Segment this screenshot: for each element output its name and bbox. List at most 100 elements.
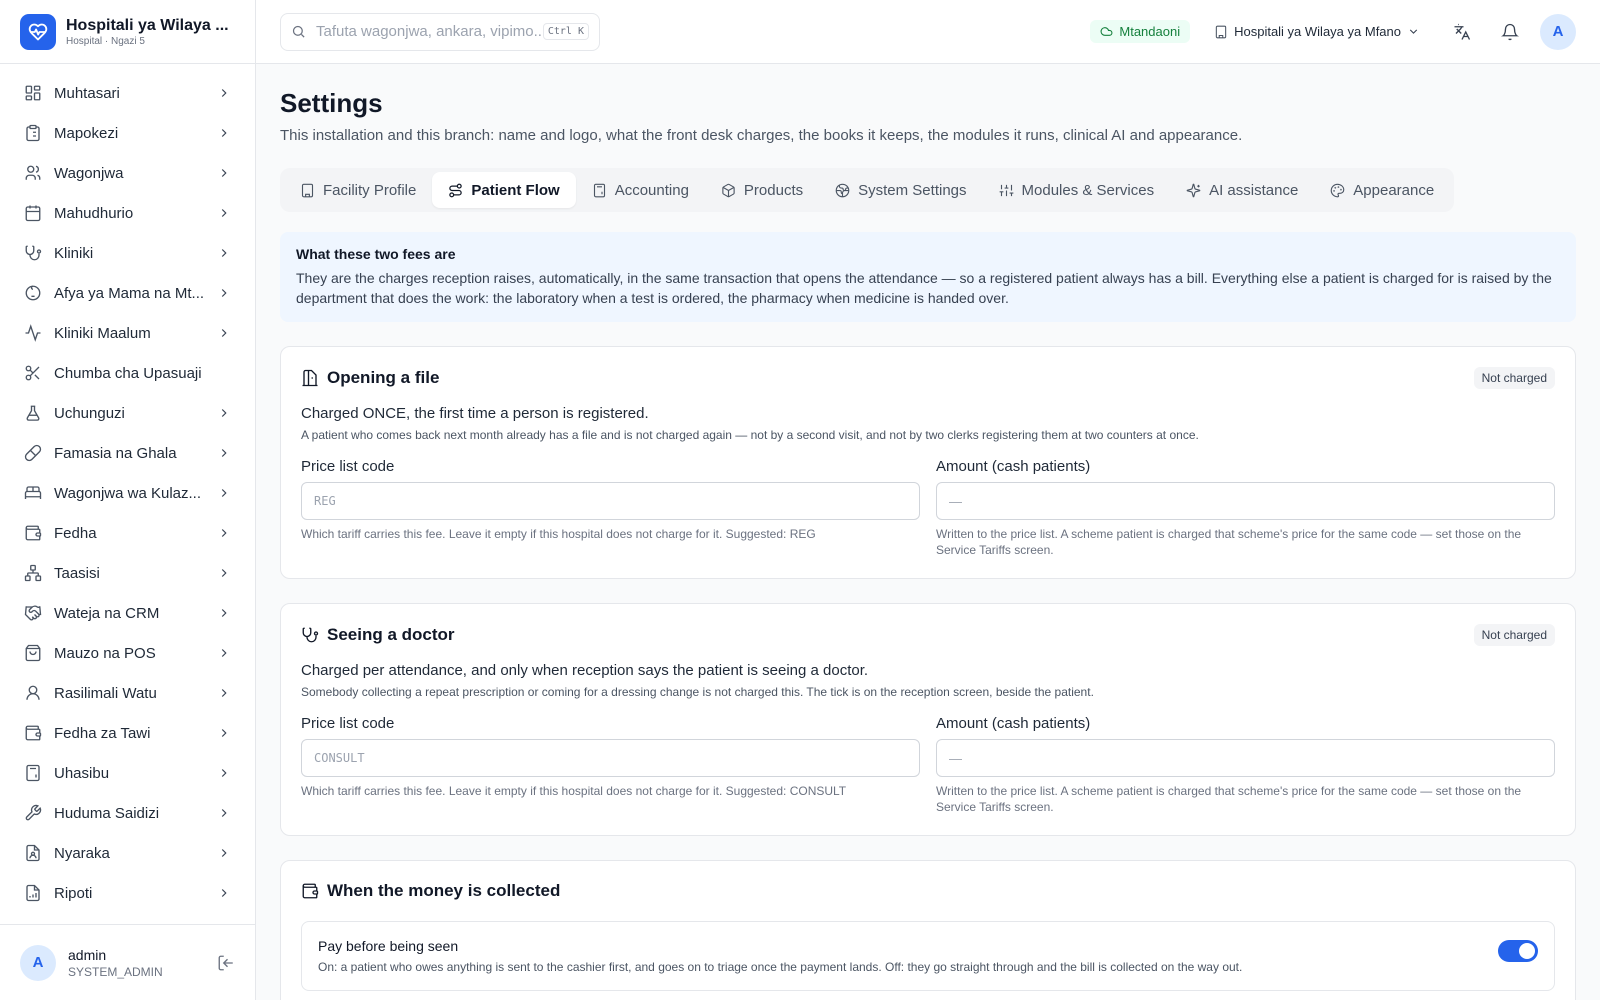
language-button[interactable]: [1444, 14, 1480, 50]
chevron-right-icon: [221, 849, 227, 857]
avatar[interactable]: A: [20, 944, 56, 981]
bed-icon: [24, 486, 42, 499]
tab-patient-flow[interactable]: Patient Flow: [432, 172, 576, 208]
sidebar-item-chumba-cha-upasuaji[interactable]: Chumba cha Upasuaji: [0, 353, 255, 393]
sidebar-item-wagonjwa[interactable]: Wagonjwa: [0, 153, 255, 193]
search-shortcut: Ctrl K: [542, 23, 589, 40]
main-content: Settings This installation and this bran…: [256, 64, 1600, 1000]
file-cabinet-icon: [302, 369, 318, 387]
sidebar-nav: Muhtasari Mapokezi Wagonjwa Mahudhurio K…: [0, 64, 255, 913]
sidebar-item-taasisi[interactable]: Taasisi: [0, 553, 255, 593]
user-panel: A admin SYSTEM_ADMIN: [0, 924, 255, 1000]
sidebar-item-label: Fedha: [54, 524, 97, 542]
building-icon: [301, 183, 314, 197]
search-icon: [292, 25, 305, 38]
palette-icon: [1330, 183, 1345, 197]
sidebar-item-label: Uhasibu: [54, 764, 110, 782]
chevron-right-icon: [221, 329, 227, 337]
card-note: A patient who comes back next month alre…: [301, 428, 1199, 442]
cloud-icon: [1100, 27, 1113, 36]
fee-card-opening-file: Opening a file Not charged Charged ONCE,…: [280, 346, 1576, 579]
heart-logo-icon: [20, 13, 56, 50]
sidebar-item-label: Uchunguzi: [54, 404, 125, 422]
tab-modules-services[interactable]: Modules & Services: [983, 172, 1171, 208]
amount-input[interactable]: —: [936, 739, 1555, 777]
price-code-help: Which tariff carries this fee. Leave it …: [301, 527, 816, 541]
tab-appearance[interactable]: Appearance: [1314, 172, 1450, 208]
tab-facility-profile[interactable]: Facility Profile: [284, 172, 432, 208]
wallet-icon: [25, 525, 42, 541]
sidebar-item-muhtasari[interactable]: Muhtasari: [0, 73, 255, 113]
tab-accounting[interactable]: Accounting: [576, 172, 705, 208]
card-title: Seeing a doctor: [327, 625, 455, 644]
sidebar-item-kliniki-maalum[interactable]: Kliniki Maalum: [0, 313, 255, 353]
sidebar-item-label: Wateja na CRM: [54, 604, 160, 622]
account-avatar[interactable]: A: [1540, 13, 1576, 50]
sidebar-item-fedha[interactable]: Fedha: [0, 513, 255, 553]
sidebar-item-label: Taasisi: [54, 564, 100, 582]
notifications-button[interactable]: [1492, 14, 1528, 50]
flask-icon: [26, 405, 40, 421]
sidebar-item-kliniki[interactable]: Kliniki: [0, 233, 255, 273]
sidebar-item-uhasibu[interactable]: Uhasibu: [0, 753, 255, 793]
logout-icon[interactable]: [217, 954, 235, 972]
sidebar-item-fedha-za-tawi[interactable]: Fedha za Tawi: [0, 713, 255, 753]
file-user-icon: [26, 844, 40, 862]
sidebar-item-wateja-na-crm[interactable]: Wateja na CRM: [0, 593, 255, 633]
info-callout: What these two fees are They are the cha…: [280, 232, 1576, 322]
chevron-right-icon: [221, 409, 227, 417]
info-title: What these two fees are: [296, 246, 456, 262]
sidebar-item-huduma-saidizi[interactable]: Huduma Saidizi: [0, 793, 255, 833]
wrench-icon: [25, 804, 42, 821]
sidebar-item-famasia-na-ghala[interactable]: Famasia na Ghala: [0, 433, 255, 473]
box-icon: [722, 183, 735, 197]
chevron-right-icon: [221, 169, 227, 177]
sidebar-item-label: Rasilimali Watu: [54, 684, 157, 702]
tab-ai-assistance[interactable]: AI assistance: [1170, 172, 1314, 208]
sidebar-item-label: Chumba cha Upasuaji: [54, 364, 202, 382]
tab-label: Accounting: [614, 181, 689, 199]
calendar-icon: [25, 205, 41, 222]
chevron-right-icon: [221, 489, 227, 497]
clipboard-icon: [26, 124, 40, 142]
sidebar-item-label: Famasia na Ghala: [54, 444, 177, 462]
price-code-input[interactable]: REG: [301, 482, 920, 520]
pay-before-seen-toggle[interactable]: [1498, 940, 1538, 962]
sidebar-item-nyaraka[interactable]: Nyaraka: [0, 833, 255, 873]
price-code-input[interactable]: CONSULT: [301, 739, 920, 777]
sidebar-item-mapokezi[interactable]: Mapokezi: [0, 113, 255, 153]
chevron-right-icon: [221, 129, 227, 137]
sidebar-item-afya-ya-mama[interactable]: Afya ya Mama na Mt...: [0, 273, 255, 313]
tab-products[interactable]: Products: [705, 172, 819, 208]
bell-icon: [1501, 23, 1519, 40]
tab-system-settings[interactable]: System Settings: [819, 172, 982, 208]
sliders-icon: [999, 184, 1013, 196]
branch-selector[interactable]: Hospitali ya Wilaya ya Mfano: [1214, 24, 1420, 39]
chevron-right-icon: [221, 769, 227, 777]
sidebar-item-mauzo-na-pos[interactable]: Mauzo na POS: [0, 633, 255, 673]
search-input[interactable]: Tafuta wagonjwa, ankara, vipimo... Ctrl …: [280, 12, 600, 51]
brand[interactable]: Hospitali ya Wilaya ... Hospital · Ngazi…: [0, 0, 255, 64]
amount-label: Amount (cash patients): [936, 458, 1091, 475]
price-code-help: Which tariff carries this fee. Leave it …: [301, 784, 847, 798]
collection-card: When the money is collected Pay before b…: [280, 860, 1576, 1000]
sidebar-item-mahudhurio[interactable]: Mahudhurio: [0, 193, 255, 233]
amount-input[interactable]: —: [936, 482, 1555, 520]
status-badge: Mtandaoni: [1090, 20, 1191, 43]
chevron-right-icon: [221, 889, 227, 897]
sidebar-item-label: Kliniki: [54, 244, 94, 262]
chevron-right-icon: [221, 569, 227, 577]
sidebar-item-label: Ripoti: [54, 884, 93, 902]
sidebar-item-ripoti[interactable]: Ripoti: [0, 873, 255, 913]
sidebar-item-uchunguzi[interactable]: Uchunguzi: [0, 393, 255, 433]
sidebar-item-wagonjwa-wa-kulazwa[interactable]: Wagonjwa wa Kulaz...: [0, 473, 255, 513]
chevron-down-icon: [1409, 29, 1418, 34]
user-icon: [26, 685, 40, 700]
file-chart-icon: [26, 884, 40, 902]
sidebar-item-rasilimali-watu[interactable]: Rasilimali Watu: [0, 673, 255, 713]
sidebar-item-label: Fedha za Tawi: [54, 724, 151, 742]
fee-card-seeing-doctor: Seeing a doctor Not charged Charged per …: [280, 603, 1576, 836]
calculator-icon: [593, 183, 605, 197]
stethoscope-icon: [25, 245, 42, 261]
chevron-right-icon: [221, 249, 227, 257]
